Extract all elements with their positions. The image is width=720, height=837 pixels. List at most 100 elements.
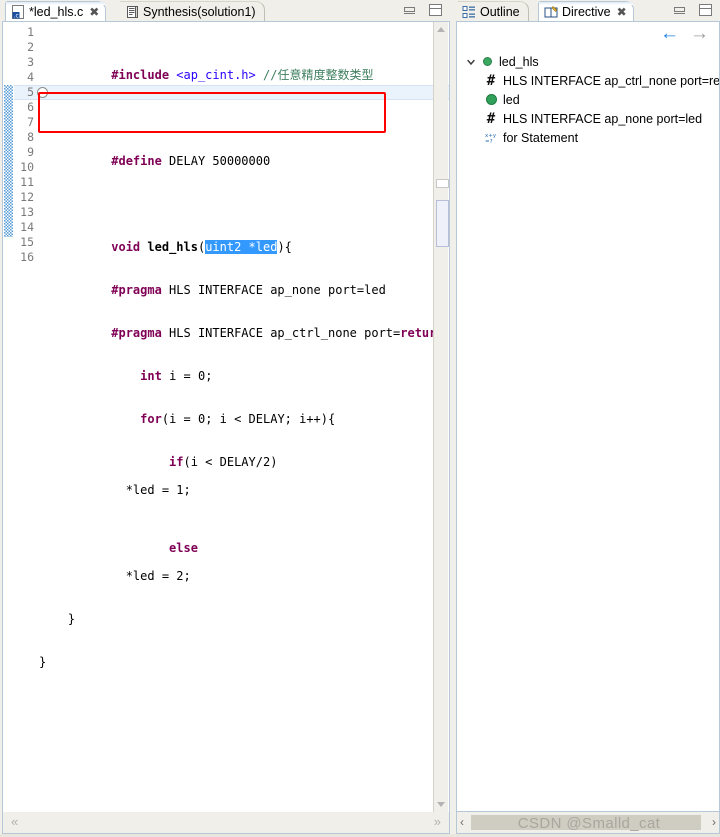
- scroll-up-arrow-icon[interactable]: [437, 27, 445, 32]
- directive-tree: led_hls # HLS INTERFACE ap_ctrl_none por…: [459, 52, 720, 147]
- directive-tree-area[interactable]: led_hls # HLS INTERFACE ap_ctrl_none por…: [456, 48, 720, 812]
- minimize-icon[interactable]: [674, 6, 685, 14]
- code-token-funcname: led_hls: [147, 240, 198, 254]
- forward-arrow-icon[interactable]: →: [690, 23, 709, 45]
- line-number: 15: [20, 235, 34, 249]
- code-token-include: #include: [111, 68, 170, 82]
- line-number: 13: [20, 205, 34, 219]
- scrollbar-thumb[interactable]: [436, 200, 449, 247]
- line-number: 7: [27, 115, 34, 129]
- tree-item-label: led: [503, 92, 520, 107]
- code-line-14: }: [39, 612, 76, 626]
- close-icon[interactable]: ✖: [617, 5, 627, 19]
- code-line-15: }: [39, 655, 47, 669]
- editor-vertical-scrollbar[interactable]: [433, 22, 449, 812]
- formula-icon: x+y =?: [483, 130, 499, 146]
- c-file-icon: .c: [11, 5, 25, 20]
- editor-panel: .c *led_hls.c ✖ Synthesis(solution1) 1 2…: [2, 0, 450, 834]
- code-token-define: #define: [111, 154, 162, 168]
- directive-toolbar: ← →: [456, 22, 720, 48]
- tab-label: Directive: [562, 5, 611, 19]
- line-number-ruler: 1 2 3 4 5 6 7 8 9 10 11 12 13 14 15 16: [3, 22, 37, 812]
- tree-item-led-port[interactable]: led: [459, 90, 717, 109]
- line-number: 1: [27, 25, 34, 39]
- line-number: 8: [27, 130, 34, 144]
- code-line-10: if(i < DELAY/2): [169, 455, 278, 469]
- line-number: 6: [27, 100, 34, 114]
- pragma-hash-icon: #: [486, 72, 496, 89]
- code-line-13: *led = 2;: [39, 569, 191, 583]
- maximize-icon[interactable]: [429, 4, 442, 16]
- line-number: 11: [20, 175, 34, 189]
- editor-tabbar: .c *led_hls.c ✖ Synthesis(solution1): [2, 0, 450, 22]
- tree-item-directive-ap-none[interactable]: # HLS INTERFACE ap_none port=led: [459, 109, 717, 128]
- tree-item-directive-ap-ctrl-none[interactable]: # HLS INTERFACE ap_ctrl_none port=return: [459, 71, 720, 90]
- tree-item-label: for Statement: [503, 130, 579, 145]
- line-number: 5: [27, 85, 34, 99]
- directive-horizontal-scrollbar[interactable]: ‹ › CSDN @Smalld_cat: [456, 812, 720, 834]
- tree-item-label: HLS INTERFACE ap_ctrl_none port=return: [503, 73, 720, 88]
- scroll-left-arrow-icon[interactable]: «: [11, 815, 18, 828]
- report-icon: [125, 5, 139, 19]
- back-arrow-icon[interactable]: ←: [660, 23, 679, 45]
- close-icon[interactable]: ✖: [89, 5, 99, 19]
- line-number: 4: [27, 70, 34, 84]
- editor-horizontal-scrollbar[interactable]: « »: [2, 812, 450, 834]
- application-window: .c *led_hls.c ✖ Synthesis(solution1) 1 2…: [0, 0, 720, 837]
- code-line-12: else: [169, 541, 198, 555]
- line-number: 9: [27, 145, 34, 159]
- line-number: 12: [20, 190, 34, 204]
- code-token-comment: //任意精度整数类型: [263, 68, 374, 82]
- scroll-right-arrow-icon[interactable]: »: [434, 815, 441, 828]
- line-number: 2: [27, 40, 34, 54]
- svg-text:.c: .c: [14, 13, 19, 19]
- green-filled-circle-icon: [483, 92, 499, 108]
- code-selection: uint2 *led: [205, 240, 278, 254]
- editor-tab-label: *led_hls.c: [29, 5, 84, 19]
- directive-icon: [544, 5, 558, 19]
- green-circle-icon: [479, 54, 495, 70]
- editor-window-controls: [404, 4, 442, 16]
- code-token-pragma: #pragma: [111, 326, 162, 340]
- code-token-header: <ap_cint.h>: [176, 68, 256, 82]
- maximize-icon[interactable]: [699, 4, 712, 16]
- code-line-11: *led = 1;: [39, 483, 191, 497]
- code-line-8: int i = 0;: [140, 369, 213, 383]
- code-line-1: #include <ap_cint.h> //任意精度整数类型: [39, 53, 419, 82]
- line-number: 14: [20, 220, 34, 234]
- directive-window-controls: [674, 4, 712, 16]
- overview-marker[interactable]: [436, 179, 449, 188]
- scroll-down-arrow-icon[interactable]: [437, 802, 445, 807]
- code-line-5: void led_hls(uint2 *led){: [111, 240, 292, 254]
- line-number: 3: [27, 55, 34, 69]
- directive-tabbar: Outline Directive ✖: [456, 0, 720, 22]
- editor-tab-synthesis[interactable]: Synthesis(solution1): [120, 1, 265, 22]
- scroll-right-arrow-icon[interactable]: ›: [712, 816, 716, 828]
- tree-item-for-statement[interactable]: x+y =? for Statement: [459, 128, 717, 147]
- code-line-7: #pragma HLS INTERFACE ap_ctrl_none port=…: [111, 326, 444, 340]
- chevron-down-icon[interactable]: [463, 54, 479, 70]
- tab-outline[interactable]: Outline: [458, 1, 529, 22]
- code-line-6: #pragma HLS INTERFACE ap_none port=led: [111, 283, 386, 297]
- code-token-pragma: #pragma: [111, 283, 162, 297]
- tree-item-led-hls[interactable]: led_hls: [459, 52, 717, 71]
- scroll-left-arrow-icon[interactable]: ‹: [460, 816, 464, 828]
- editor-tab-led-hls-c[interactable]: .c *led_hls.c ✖: [5, 1, 107, 22]
- code-line-3: #define DELAY 50000000: [111, 154, 271, 168]
- minimize-icon[interactable]: [404, 6, 415, 14]
- code-line-9: for(i = 0; i < DELAY; i++){: [140, 412, 336, 426]
- svg-text:=?: =?: [485, 139, 493, 145]
- directive-panel: Outline Directive ✖ ← → led_hls # HLS IN…: [456, 0, 720, 834]
- tab-directive[interactable]: Directive ✖: [538, 1, 634, 22]
- tree-item-label: led_hls: [499, 54, 539, 69]
- outline-icon: [462, 5, 476, 19]
- tab-label: Outline: [480, 5, 520, 19]
- code-editor-area[interactable]: 1 2 3 4 5 6 7 8 9 10 11 12 13 14 15 16 #…: [2, 22, 450, 812]
- editor-tab-label: Synthesis(solution1): [143, 5, 256, 19]
- tree-item-label: HLS INTERFACE ap_none port=led: [503, 111, 703, 126]
- scrollbar-thumb[interactable]: [471, 815, 701, 830]
- pragma-hash-icon: #: [486, 110, 496, 127]
- line-number: 10: [20, 160, 34, 174]
